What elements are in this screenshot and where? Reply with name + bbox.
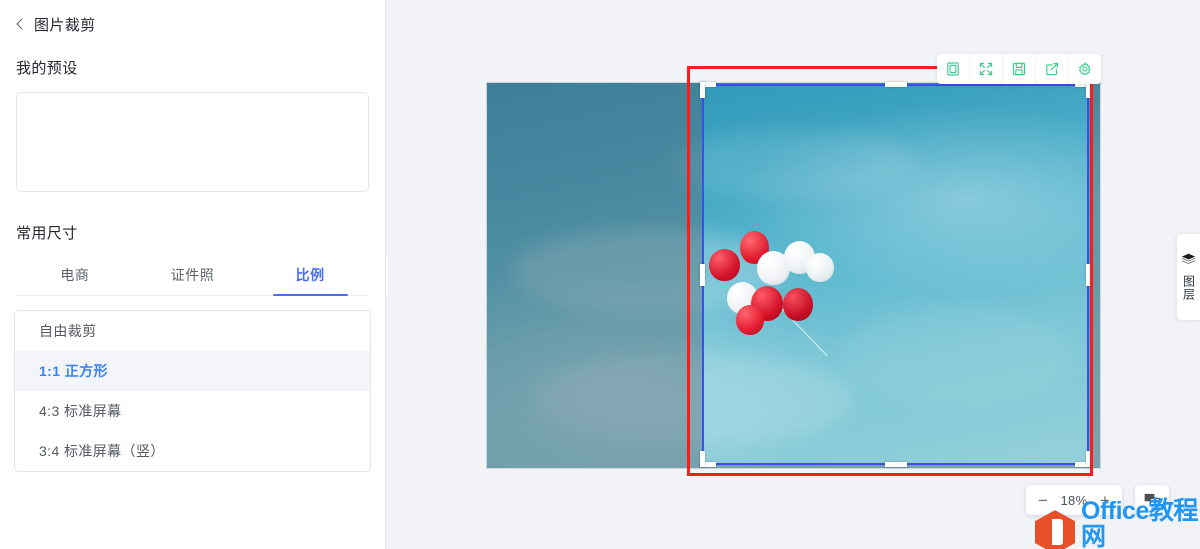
my-preset-title: 我的预设 [16,60,78,77]
share-export-icon[interactable] [1036,54,1069,84]
crop-frame-icon[interactable] [937,54,970,84]
image-toolbar [937,54,1101,84]
crop-handle-bottom-left[interactable] [700,451,705,467]
crop-handle-bottom[interactable] [884,462,907,467]
layers-panel-label: 图层 [1181,275,1196,301]
ratio-item-free[interactable]: 自由裁剪 [15,311,370,351]
watermark-site-name: Office教程网 [1081,497,1198,549]
layers-stack-icon [1181,253,1196,271]
ratio-item-square[interactable]: 1:1 正方形 [15,351,370,391]
crop-selection[interactable] [700,82,1091,467]
editor-canvas[interactable]: − 18% + 图层 [387,0,1200,549]
my-preset-box[interactable] [16,92,369,192]
ratio-list: 自由裁剪 1:1 正方形 4:3 标准屏幕 3:4 标准屏幕（竖） [14,310,371,472]
image-preview[interactable] [487,66,1100,476]
save-floppy-icon[interactable] [1003,54,1036,84]
watermark: Office教程网 www.office26.com [1035,498,1200,549]
crop-handle-top-left[interactable] [700,82,705,98]
chevron-left-icon[interactable] [14,18,27,31]
tab-ecommerce[interactable]: 电商 [16,257,134,295]
gear-icon[interactable] [1069,54,1101,84]
expand-arrows-icon[interactable] [970,54,1003,84]
size-tabs: 电商 证件照 比例 [16,257,369,296]
page-title: 图片裁剪 [34,17,96,34]
panel-header[interactable]: 图片裁剪 [0,0,385,35]
crop-handle-left[interactable] [700,263,705,286]
tab-id-photo[interactable]: 证件照 [134,257,252,295]
common-size-title: 常用尺寸 [16,225,78,242]
office-logo-icon [1035,510,1075,549]
tab-ratio[interactable]: 比例 [251,257,369,296]
ratio-item-3-4[interactable]: 3:4 标准屏幕（竖） [15,431,370,471]
crop-handle-top[interactable] [884,82,907,87]
crop-handle-right[interactable] [1086,263,1091,286]
image-crop-app: 图片裁剪 我的预设 常用尺寸 电商 证件照 比例 自由裁剪 1:1 正方形 4:… [0,0,1200,549]
ratio-item-4-3[interactable]: 4:3 标准屏幕 [15,391,370,431]
crop-handle-bottom-right[interactable] [1086,451,1091,467]
crop-handle-top-right[interactable] [1086,82,1091,98]
layers-panel-tab[interactable]: 图层 [1176,233,1200,321]
left-panel: 图片裁剪 我的预设 常用尺寸 电商 证件照 比例 自由裁剪 1:1 正方形 4:… [0,0,386,549]
